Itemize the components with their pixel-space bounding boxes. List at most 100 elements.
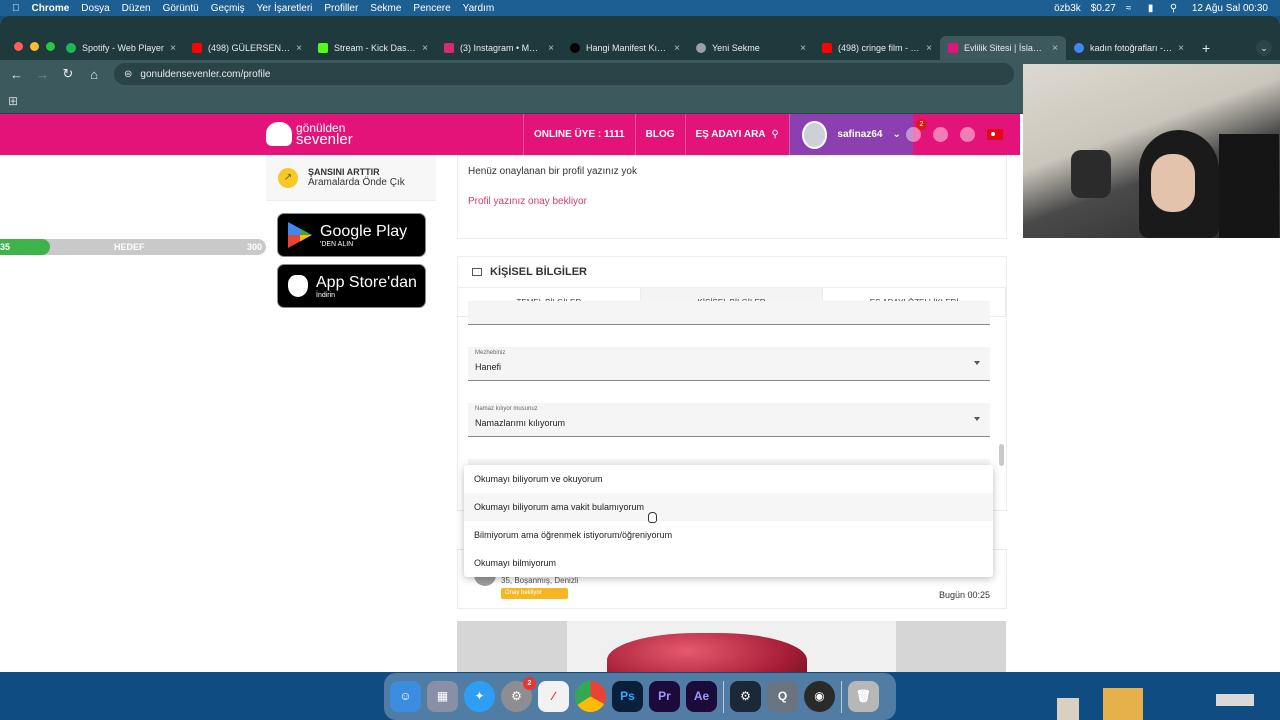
scrollbar-thumb[interactable] — [999, 444, 1004, 466]
menu-history[interactable]: Geçmiş — [211, 3, 245, 14]
close-tab-icon[interactable]: × — [1178, 43, 1184, 54]
status-badge: Onay bekliyor — [501, 588, 568, 599]
after-effects-icon[interactable]: Ae — [686, 681, 717, 712]
tab-instagram[interactable]: (3) Instagram • Mesa × — [436, 36, 562, 60]
new-tab-button[interactable]: + — [1192, 36, 1220, 60]
menu-tab[interactable]: Sekme — [370, 3, 401, 14]
site-info-icon[interactable]: ⊜ — [124, 69, 132, 80]
dropdown-option[interactable]: Okumayı bilmiyorum — [464, 549, 993, 577]
photoshop-icon[interactable]: Ps — [612, 681, 643, 712]
finder-icon[interactable]: ☺ — [390, 681, 421, 712]
bell-icon[interactable] — [933, 127, 948, 142]
close-tab-icon[interactable]: × — [926, 43, 932, 54]
desktop-folder-icon[interactable] — [1103, 688, 1143, 720]
close-tab-icon[interactable]: × — [1052, 43, 1058, 54]
apple-icon[interactable]:  — [12, 3, 20, 14]
microphone — [1071, 150, 1111, 198]
tab-title: (498) cringe film - Yo — [838, 43, 921, 53]
settings-badge: 2 — [523, 677, 536, 690]
user-menu[interactable]: safinaz64 ⌄ — [788, 114, 913, 155]
online-members-link[interactable]: ONLINE ÜYE : 1111 — [523, 114, 635, 155]
tab-new-tab[interactable]: Yeni Sekme × — [688, 36, 814, 60]
menu-app-name[interactable]: Chrome — [32, 3, 70, 14]
profile-text-card: Henüz onaylanan bir profil yazınız yok P… — [457, 155, 1007, 239]
google-play-icon — [288, 222, 312, 248]
site-icon — [948, 43, 958, 53]
member-meta: 35, Boşanmış, Denizli — [501, 576, 579, 585]
reload-icon[interactable]: ↻ — [62, 66, 74, 82]
chrome-icon[interactable] — [575, 681, 606, 712]
search-partner-link[interactable]: EŞ ADAYI ARA ⚲ — [684, 114, 789, 155]
tab-search-button[interactable]: ⌄ — [1256, 40, 1272, 56]
google-play-subtitle: 'DEN ALIN — [320, 240, 354, 248]
search-icon: ⚲ — [771, 129, 779, 140]
menu-profiles[interactable]: Profiller — [324, 3, 358, 14]
close-tab-icon[interactable]: × — [800, 43, 806, 54]
youtube-icon — [822, 43, 832, 53]
quicktime-icon[interactable]: Q — [767, 681, 798, 712]
turkey-flag-icon[interactable] — [987, 129, 1003, 140]
launchpad-icon[interactable]: ▦ — [427, 681, 458, 712]
photo-frame — [567, 621, 896, 672]
desktop-screenshot-icon[interactable] — [1216, 694, 1254, 706]
dropdown-option[interactable]: Bilmiyorum ama öğrenmek istiyorum/öğreni… — [464, 521, 993, 549]
menu-view[interactable]: Görüntü — [163, 3, 199, 14]
globe-icon[interactable] — [960, 127, 975, 142]
dropdown-option[interactable]: Okumayı biliyorum ama vakit bulamıyorum — [464, 493, 993, 521]
premiere-icon[interactable]: Pr — [649, 681, 680, 712]
sect-select[interactable]: Mezhebiniz Hanefi — [468, 347, 990, 381]
apps-grid-icon[interactable]: ⊞ — [8, 94, 18, 108]
trash-icon[interactable]: 🗑 — [848, 681, 879, 712]
photo-preview[interactable] — [457, 621, 1006, 672]
tab-manifest[interactable]: Hangi Manifest Kızısı × — [562, 36, 688, 60]
no-profile-text: Henüz onaylanan bir profil yazınız yok — [468, 166, 637, 177]
previous-select-field[interactable] — [468, 301, 990, 325]
safari-icon[interactable]: ✦ — [464, 681, 495, 712]
close-tab-icon[interactable]: × — [674, 43, 680, 54]
steam-icon[interactable]: ⚙ — [730, 681, 761, 712]
close-tab-icon[interactable]: × — [296, 43, 302, 54]
menu-edit[interactable]: Düzen — [122, 3, 151, 14]
dropdown-option[interactable]: Okumayı biliyorum ve okuyorum — [464, 465, 993, 493]
notes-icon[interactable]: ∕ — [538, 681, 569, 712]
minimize-window-button[interactable] — [30, 42, 39, 51]
tab-kick[interactable]: Stream - Kick Dashb × — [310, 36, 436, 60]
menu-window[interactable]: Pencere — [413, 3, 450, 14]
close-window-button[interactable] — [14, 42, 23, 51]
battery-icon[interactable]: ▮ — [1148, 3, 1160, 14]
home-icon[interactable]: ⌂ — [88, 67, 100, 82]
forward-icon[interactable]: → — [36, 67, 49, 82]
apple-icon — [288, 275, 308, 297]
menu-bookmarks[interactable]: Yer İşaretleri — [257, 3, 313, 14]
boost-promo[interactable]: ↗ ŞANSINI ARTTIR Aramalarda Önde Çık — [266, 155, 436, 201]
close-tab-icon[interactable]: × — [170, 43, 176, 54]
google-play-button[interactable]: Google Play 'DEN ALIN — [277, 213, 426, 257]
search-icon[interactable]: ⚲ — [1170, 3, 1182, 14]
obs-icon[interactable]: ◉ — [804, 681, 835, 712]
close-tab-icon[interactable]: × — [422, 43, 428, 54]
address-bar[interactable]: ⊜ gonuldensevenler.com/profile — [114, 63, 1014, 85]
prayer-select[interactable]: Namaz kılıyor musunuz Namazlarımı kılıyo… — [468, 403, 990, 437]
sect-label: Mezhebiniz — [475, 350, 506, 356]
messages-icon[interactable]: 2 — [906, 119, 927, 142]
app-store-button[interactable]: App Store'dan İndirin — [277, 264, 426, 308]
close-tab-icon[interactable]: × — [548, 43, 554, 54]
menu-clock[interactable]: 12 Ağu Sal 00:30 — [1192, 3, 1268, 14]
blog-label: BLOG — [645, 129, 675, 140]
tab-google[interactable]: kadın fotoğrafları - G × — [1066, 36, 1192, 60]
system-settings-icon[interactable]: ⚙ 2 — [501, 677, 536, 712]
desktop-file-icon[interactable] — [1057, 698, 1079, 720]
tab-youtube-2[interactable]: (498) cringe film - Yo × — [814, 36, 940, 60]
menu-help[interactable]: Yardım — [463, 3, 495, 14]
site-logo[interactable]: gönülden sevenler — [266, 122, 353, 147]
tab-evlilik-sitesi[interactable]: Evlilik Sitesi | İslami E × — [940, 36, 1066, 60]
tab-spotify[interactable]: Spotify - Web Player × — [58, 36, 184, 60]
online-members-label: ONLINE ÜYE : 1111 — [534, 129, 625, 140]
blog-link[interactable]: BLOG — [634, 114, 685, 155]
wifi-icon[interactable]: ≈ — [1126, 3, 1138, 14]
menu-file[interactable]: Dosya — [81, 3, 109, 14]
stock-ticker[interactable]: özb3k — [1054, 3, 1081, 14]
zoom-window-button[interactable] — [46, 42, 55, 51]
back-icon[interactable]: ← — [10, 67, 23, 82]
tab-youtube-1[interactable]: (498) GÜLERSEN KA × — [184, 36, 310, 60]
